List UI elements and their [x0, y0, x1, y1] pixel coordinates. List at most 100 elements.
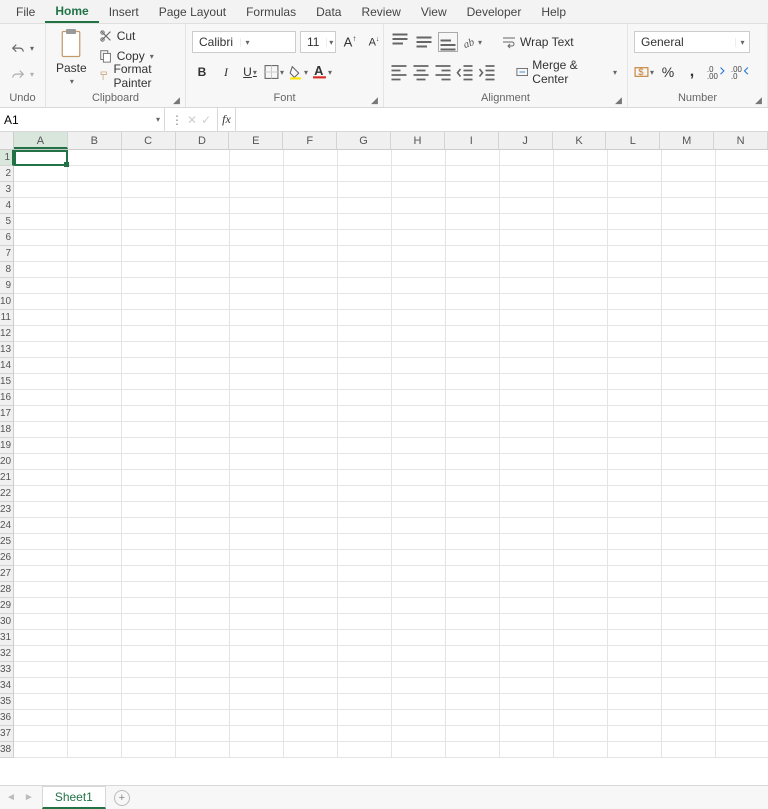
cell[interactable]	[608, 406, 662, 422]
cell[interactable]	[446, 246, 500, 262]
cell[interactable]	[68, 262, 122, 278]
cell[interactable]	[230, 278, 284, 294]
row-header[interactable]: 29	[0, 598, 14, 614]
cell[interactable]	[230, 406, 284, 422]
cell[interactable]	[392, 438, 446, 454]
cell[interactable]	[662, 294, 716, 310]
cell[interactable]	[662, 374, 716, 390]
bold-button[interactable]: B	[192, 62, 212, 82]
row-header[interactable]: 34	[0, 678, 14, 694]
cell[interactable]	[500, 454, 554, 470]
cell[interactable]	[284, 694, 338, 710]
cell[interactable]	[716, 294, 768, 310]
cell[interactable]	[176, 198, 230, 214]
cell[interactable]	[68, 550, 122, 566]
cell[interactable]	[554, 278, 608, 294]
cell[interactable]	[716, 406, 768, 422]
wrap-text-button[interactable]: Wrap Text	[498, 32, 578, 52]
cell[interactable]	[500, 534, 554, 550]
cell[interactable]	[176, 150, 230, 166]
cell[interactable]	[662, 726, 716, 742]
cell[interactable]	[662, 678, 716, 694]
row-header[interactable]: 31	[0, 630, 14, 646]
cell[interactable]	[230, 438, 284, 454]
cell[interactable]	[554, 646, 608, 662]
cell[interactable]	[122, 518, 176, 534]
row-header[interactable]: 14	[0, 358, 14, 374]
cell[interactable]	[68, 678, 122, 694]
cell[interactable]	[662, 502, 716, 518]
cell[interactable]	[446, 678, 500, 694]
cell[interactable]	[284, 438, 338, 454]
cell[interactable]	[122, 662, 176, 678]
cell[interactable]	[554, 310, 608, 326]
cell[interactable]	[68, 726, 122, 742]
cell[interactable]	[608, 230, 662, 246]
cell[interactable]	[662, 150, 716, 166]
fill-color-button[interactable]: ▾	[288, 62, 308, 82]
cell[interactable]	[716, 710, 768, 726]
cell[interactable]	[554, 678, 608, 694]
cell[interactable]	[176, 438, 230, 454]
chevron-down-icon[interactable]: ▾	[156, 115, 160, 124]
cell[interactable]	[446, 294, 500, 310]
cell[interactable]	[284, 262, 338, 278]
cell[interactable]	[608, 678, 662, 694]
cancel-formula-button[interactable]: ✕	[187, 113, 197, 127]
cell[interactable]	[14, 694, 68, 710]
cell[interactable]	[122, 614, 176, 630]
cell[interactable]	[230, 614, 284, 630]
cell[interactable]	[608, 422, 662, 438]
number-launcher-icon[interactable]: ◢	[755, 95, 765, 105]
cell[interactable]	[662, 486, 716, 502]
cell[interactable]	[608, 198, 662, 214]
cell[interactable]	[446, 390, 500, 406]
cell[interactable]	[500, 550, 554, 566]
cell[interactable]	[716, 470, 768, 486]
cell[interactable]	[122, 374, 176, 390]
cell[interactable]	[446, 742, 500, 758]
cell[interactable]	[230, 646, 284, 662]
cell[interactable]	[68, 342, 122, 358]
cell[interactable]	[716, 182, 768, 198]
cell[interactable]	[176, 550, 230, 566]
cell[interactable]	[446, 646, 500, 662]
cell[interactable]	[500, 358, 554, 374]
cell[interactable]	[68, 630, 122, 646]
cell[interactable]	[554, 614, 608, 630]
cell[interactable]	[554, 182, 608, 198]
cell[interactable]	[14, 646, 68, 662]
cell[interactable]	[554, 534, 608, 550]
column-header[interactable]: D	[176, 132, 230, 149]
cell[interactable]	[14, 550, 68, 566]
orientation-button[interactable]: ab▾	[462, 32, 482, 52]
cell[interactable]	[68, 278, 122, 294]
new-sheet-button[interactable]: +	[114, 790, 130, 806]
cell[interactable]	[500, 710, 554, 726]
cell[interactable]	[284, 630, 338, 646]
cell[interactable]	[554, 198, 608, 214]
cell[interactable]	[68, 742, 122, 758]
cell[interactable]	[554, 710, 608, 726]
cell[interactable]	[284, 550, 338, 566]
cell[interactable]	[392, 262, 446, 278]
row-header[interactable]: 1	[0, 150, 14, 166]
cell[interactable]	[662, 742, 716, 758]
cell[interactable]	[338, 726, 392, 742]
cell[interactable]	[230, 566, 284, 582]
cell[interactable]	[446, 518, 500, 534]
cell[interactable]	[176, 678, 230, 694]
cell[interactable]	[554, 630, 608, 646]
cell[interactable]	[14, 726, 68, 742]
cell[interactable]	[500, 182, 554, 198]
cell[interactable]	[230, 294, 284, 310]
cell[interactable]	[338, 502, 392, 518]
cell[interactable]	[716, 326, 768, 342]
cell[interactable]	[230, 230, 284, 246]
cell[interactable]	[662, 454, 716, 470]
cell[interactable]	[608, 598, 662, 614]
cell[interactable]	[608, 662, 662, 678]
cell[interactable]	[284, 278, 338, 294]
sheet-nav-next[interactable]: ►	[24, 792, 34, 803]
cell[interactable]	[230, 150, 284, 166]
